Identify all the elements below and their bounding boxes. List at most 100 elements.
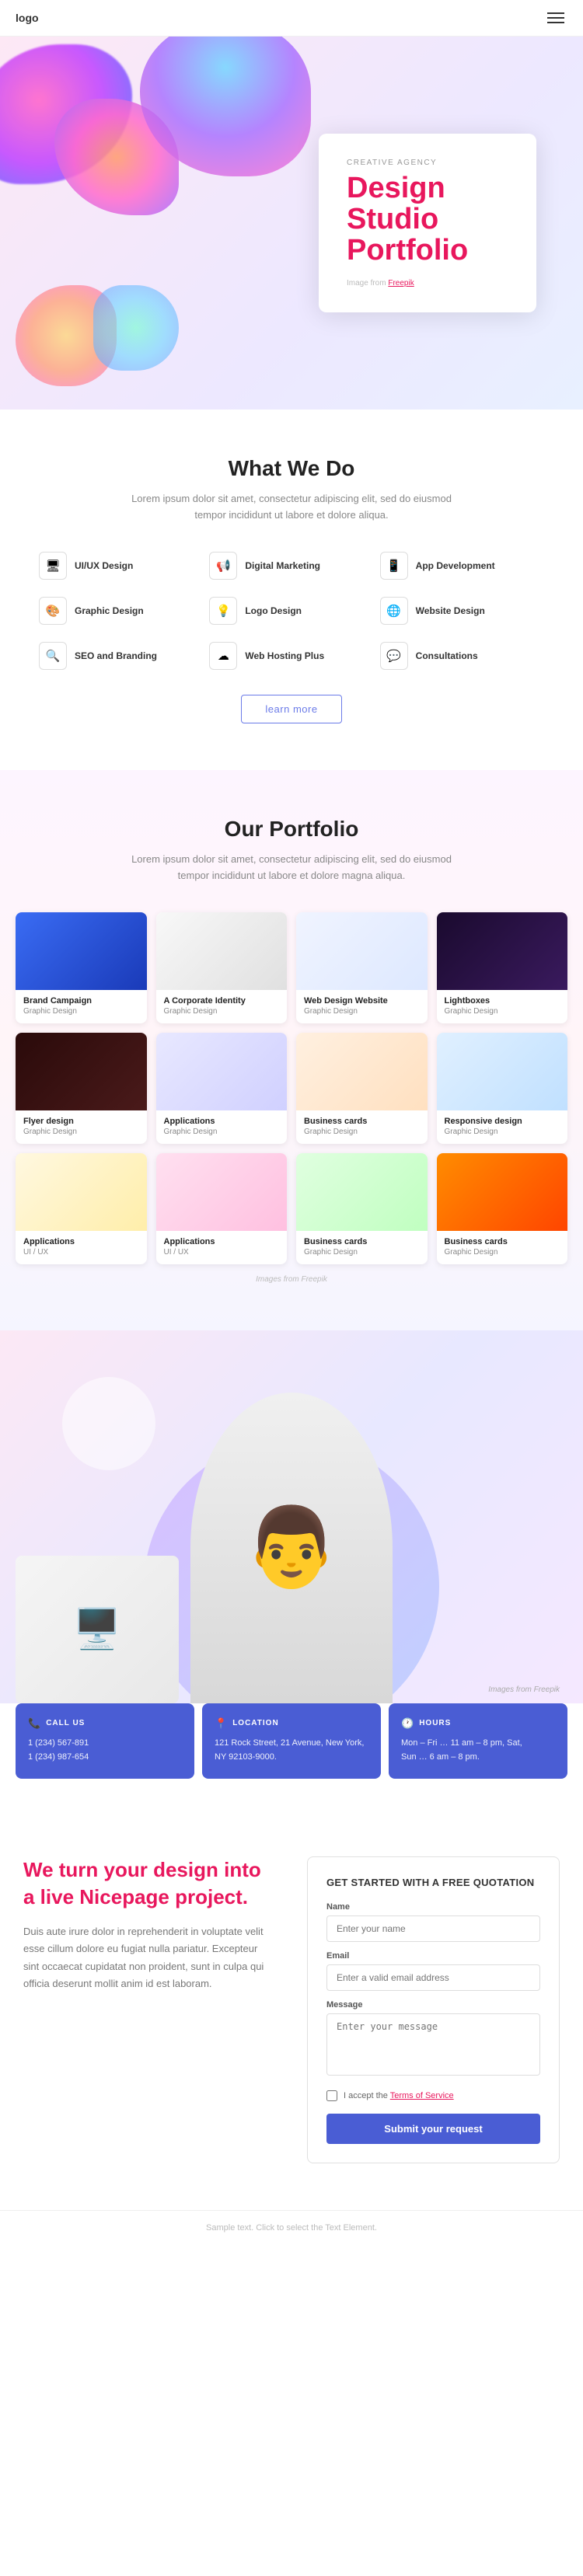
portfolio-category-applications-3: UI / UX bbox=[164, 1248, 280, 1257]
service-icon-app: 📱 bbox=[380, 552, 408, 580]
portfolio-item-responsive-design[interactable]: Responsive design Graphic Design bbox=[437, 1033, 568, 1144]
portfolio-thumb-lightboxes bbox=[437, 912, 568, 990]
service-item-web: 🌐 Website Design bbox=[380, 597, 544, 625]
service-label-uiux: UI/UX Design bbox=[75, 560, 133, 571]
service-item-logo: 💡 Logo Design bbox=[209, 597, 373, 625]
portfolio-title: Our Portfolio bbox=[16, 817, 567, 842]
portfolio-info-business-cards-2: Business cards Graphic Design bbox=[296, 1231, 428, 1264]
hero-section: CREATIVE AGENCY Design Studio Portfolio … bbox=[0, 37, 583, 410]
name-label: Name bbox=[326, 1902, 540, 1912]
portfolio-info-applications-2: Applications UI / UX bbox=[16, 1231, 147, 1264]
contact-icon-hours: 🕐 bbox=[401, 1717, 414, 1730]
portfolio-item-flyer-design[interactable]: Flyer design Graphic Design bbox=[16, 1033, 147, 1144]
portfolio-item-applications-3[interactable]: Applications UI / UX bbox=[156, 1153, 288, 1264]
service-item-graphic: 🎨 Graphic Design bbox=[39, 597, 203, 625]
terms-checkbox[interactable] bbox=[326, 2090, 337, 2101]
portfolio-item-applications-1[interactable]: Applications Graphic Design bbox=[156, 1033, 288, 1144]
portfolio-info-business-cards-1: Business cards Graphic Design bbox=[296, 1110, 428, 1144]
contact-card-hours: 🕐 HOURS Mon – Fri … 11 am – 8 pm, Sat, S… bbox=[389, 1703, 567, 1779]
service-icon-consult: 💬 bbox=[380, 642, 408, 670]
portfolio-category-business-cards-3: Graphic Design bbox=[445, 1248, 560, 1257]
portfolio-item-corporate-identity[interactable]: A Corporate Identity Graphic Design bbox=[156, 912, 288, 1023]
email-input[interactable] bbox=[326, 1964, 540, 1991]
service-icon-logo: 💡 bbox=[209, 597, 237, 625]
terms-checkbox-group: I accept the Terms of Service bbox=[326, 2090, 540, 2101]
hamburger-line-1 bbox=[547, 12, 564, 14]
hero-credit-link[interactable]: Freepik bbox=[388, 279, 414, 288]
service-label-web: Website Design bbox=[416, 605, 485, 616]
portfolio-title-web-design-website: Web Design Website bbox=[304, 996, 420, 1006]
portfolio-desc: Lorem ipsum dolor sit amet, consectetur … bbox=[128, 851, 455, 884]
portfolio-category-business-cards-1: Graphic Design bbox=[304, 1128, 420, 1136]
contact-card-value-hours: Mon – Fri … 11 am – 8 pm, Sat, Sun … 6 a… bbox=[401, 1736, 555, 1765]
portfolio-item-web-design-website[interactable]: Web Design Website Graphic Design bbox=[296, 912, 428, 1023]
portfolio-title-brand-campaign: Brand Campaign bbox=[23, 996, 139, 1006]
footer-note: Sample text. Click to select the Text El… bbox=[206, 2223, 377, 2233]
service-label-app: App Development bbox=[416, 560, 495, 571]
service-label-hosting: Web Hosting Plus bbox=[245, 650, 324, 661]
portfolio-title-business-cards-3: Business cards bbox=[445, 1237, 560, 1246]
portfolio-thumb-business-cards-1 bbox=[296, 1033, 428, 1110]
services-grid: 🖥 UI/UX Design 📢 Digital Marketing 📱 App… bbox=[39, 552, 544, 670]
service-label-logo: Logo Design bbox=[245, 605, 302, 616]
portfolio-info-corporate-identity: A Corporate Identity Graphic Design bbox=[156, 990, 288, 1023]
quote-form-container: GET STARTED WITH A FREE QUOTATION Name E… bbox=[307, 1856, 560, 2163]
portfolio-item-applications-2[interactable]: Applications UI / UX bbox=[16, 1153, 147, 1264]
what-we-do-title: What We Do bbox=[39, 456, 544, 481]
service-item-uiux: 🖥 UI/UX Design bbox=[39, 552, 203, 580]
service-label-digital: Digital Marketing bbox=[245, 560, 320, 571]
portfolio-category-applications-1: Graphic Design bbox=[164, 1128, 280, 1136]
portfolio-category-responsive-design: Graphic Design bbox=[445, 1128, 560, 1136]
form-title: GET STARTED WITH A FREE QUOTATION bbox=[326, 1876, 540, 1890]
contact-card-location: 📍 LOCATION 121 Rock Street, 21 Avenue, N… bbox=[202, 1703, 381, 1779]
hero-card: CREATIVE AGENCY Design Studio Portfolio … bbox=[319, 134, 536, 312]
team-section: 👨 🖥️ Images from Freepik bbox=[0, 1330, 583, 1703]
learn-more-button[interactable]: learn more bbox=[241, 695, 341, 723]
portfolio-item-business-cards-1[interactable]: Business cards Graphic Design bbox=[296, 1033, 428, 1144]
what-we-do-desc: Lorem ipsum dolor sit amet, consectetur … bbox=[128, 490, 455, 524]
logo: logo bbox=[16, 12, 39, 24]
contact-section: 📞 CALL US 1 (234) 567-891 1 (234) 987-65… bbox=[0, 1703, 583, 1810]
terms-link[interactable]: Terms of Service bbox=[390, 2091, 454, 2100]
portfolio-title-applications-1: Applications bbox=[164, 1117, 280, 1126]
contact-icon-location: 📍 bbox=[215, 1717, 228, 1730]
portfolio-item-lightboxes[interactable]: Lightboxes Graphic Design bbox=[437, 912, 568, 1023]
portfolio-thumb-flyer-design bbox=[16, 1033, 147, 1110]
service-icon-uiux: 🖥 bbox=[39, 552, 67, 580]
portfolio-title-business-cards-2: Business cards bbox=[304, 1237, 420, 1246]
contact-card-value-call-us: 1 (234) 567-891 1 (234) 987-654 bbox=[28, 1736, 182, 1765]
contact-card-value-location: 121 Rock Street, 21 Avenue, New York, NY… bbox=[215, 1736, 368, 1765]
portfolio-category-applications-2: UI / UX bbox=[23, 1248, 139, 1257]
terms-label: I accept the Terms of Service bbox=[344, 2091, 454, 2100]
portfolio-item-business-cards-3[interactable]: Business cards Graphic Design bbox=[437, 1153, 568, 1264]
portfolio-thumb-applications-3 bbox=[156, 1153, 288, 1231]
hamburger-menu[interactable] bbox=[544, 9, 567, 26]
portfolio-info-applications-3: Applications UI / UX bbox=[156, 1231, 288, 1264]
service-icon-digital: 📢 bbox=[209, 552, 237, 580]
portfolio-thumb-applications-2 bbox=[16, 1153, 147, 1231]
message-input[interactable] bbox=[326, 2013, 540, 2076]
contact-card-label-call-us: 📞 CALL US bbox=[28, 1717, 182, 1730]
portfolio-thumb-web-design-website bbox=[296, 912, 428, 990]
hero-credit: Image from Freepik bbox=[347, 279, 508, 288]
portfolio-item-business-cards-2[interactable]: Business cards Graphic Design bbox=[296, 1153, 428, 1264]
portfolio-title-applications-3: Applications bbox=[164, 1237, 280, 1246]
name-input[interactable] bbox=[326, 1915, 540, 1942]
service-label-seo: SEO and Branding bbox=[75, 650, 157, 661]
contact-card-label-hours: 🕐 HOURS bbox=[401, 1717, 555, 1730]
portfolio-item-brand-campaign[interactable]: Brand Campaign Graphic Design bbox=[16, 912, 147, 1023]
contact-cards-grid: 📞 CALL US 1 (234) 567-891 1 (234) 987-65… bbox=[16, 1703, 567, 1779]
portfolio-category-corporate-identity: Graphic Design bbox=[164, 1007, 280, 1016]
quote-desc: Duis aute irure dolor in reprehenderit i… bbox=[23, 1923, 276, 1992]
team-circle-small bbox=[62, 1377, 155, 1470]
portfolio-grid: Brand Campaign Graphic Design A Corporat… bbox=[16, 912, 567, 1264]
portfolio-category-flyer-design: Graphic Design bbox=[23, 1128, 139, 1136]
portfolio-thumb-business-cards-3 bbox=[437, 1153, 568, 1231]
service-label-consult: Consultations bbox=[416, 650, 478, 661]
service-item-consult: 💬 Consultations bbox=[380, 642, 544, 670]
service-icon-seo: 🔍 bbox=[39, 642, 67, 670]
submit-button[interactable]: Submit your request bbox=[326, 2114, 540, 2144]
service-icon-web: 🌐 bbox=[380, 597, 408, 625]
portfolio-category-web-design-website: Graphic Design bbox=[304, 1007, 420, 1016]
portfolio-thumb-corporate-identity bbox=[156, 912, 288, 990]
